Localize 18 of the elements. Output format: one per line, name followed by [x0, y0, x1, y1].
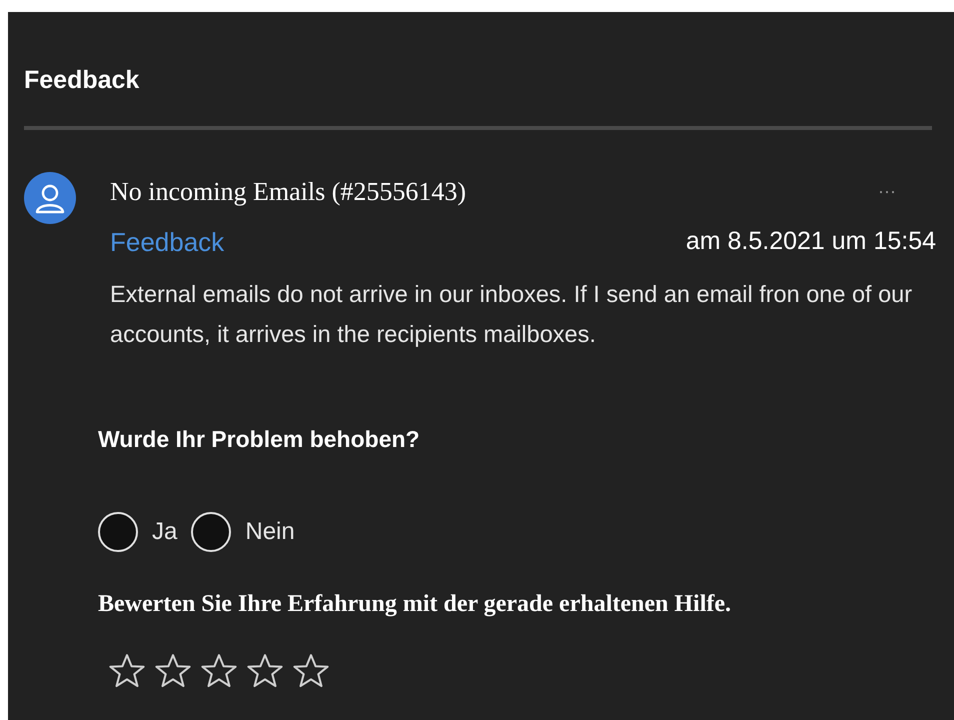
radio-label: Ja [152, 517, 178, 547]
star-icon[interactable] [246, 652, 284, 690]
section-title: Feedback [24, 66, 140, 94]
more-options-button[interactable]: ··· [878, 178, 896, 204]
ticket-message: External emails do not arrive in our inboxes. If I send an email fron one of our accounts, it arrives in the recipients mailboxes. [110, 280, 914, 349]
ticket-title: No incoming Emails (#25556143) [110, 176, 466, 208]
rating-prompt: Bewerten Sie Ihre Erfahrung mit der gerade erhaltenen Hilfe. [98, 590, 732, 619]
radio-button[interactable] [98, 512, 138, 552]
radio-label: Nein [245, 517, 295, 547]
radio-button[interactable] [191, 512, 232, 552]
question-label: Wurde Ihr Problem behoben? [98, 424, 421, 454]
star-icon[interactable] [200, 652, 238, 690]
star-icon[interactable] [108, 652, 146, 690]
user-avatar-icon [24, 172, 76, 224]
category-link[interactable]: Feedback [110, 222, 224, 262]
star-icon[interactable] [154, 652, 192, 690]
ticket-date: am 8.5.2021 um 15:54 [686, 226, 936, 258]
star-icon[interactable] [292, 652, 330, 690]
